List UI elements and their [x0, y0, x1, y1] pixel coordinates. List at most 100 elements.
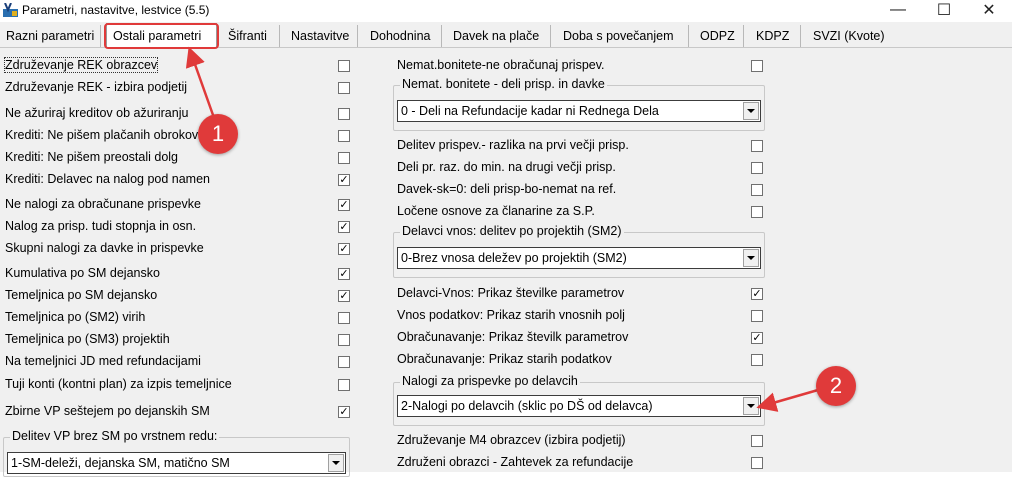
- annotation-badge-1: 1: [198, 114, 238, 154]
- checkbox[interactable]: [338, 108, 350, 120]
- checkbox-row-locene-osnove[interactable]: Ločene osnove za članarine za S.P.: [397, 202, 765, 222]
- checkbox[interactable]: [338, 312, 350, 324]
- checkbox-label: Obračunavanje: Prikaz številk parametrov: [397, 330, 629, 344]
- checkbox-row-ne-nalogi-obracunane[interactable]: Ne nalogi za obračunane prispevke ✓: [5, 195, 350, 215]
- annotation-badge-2: 2: [816, 366, 856, 406]
- checkbox-row-delitev-prispev[interactable]: Delitev prispev.- razlika na prvi večji …: [397, 136, 765, 156]
- checkbox-label: Temeljnica po (SM2) virih: [5, 310, 146, 324]
- checkbox-row-deli-pr-raz[interactable]: Deli pr. raz. do min. na drugi večji pri…: [397, 158, 765, 178]
- checkbox[interactable]: [338, 379, 350, 391]
- checkbox[interactable]: ✓: [751, 332, 763, 344]
- checkbox[interactable]: ✓: [751, 288, 763, 300]
- checkbox-row-zdruzevanje-rek[interactable]: Združevanje REK obrazcev: [3, 56, 350, 76]
- checkbox-label: Ne ažuriraj kreditov ob ažuriranju: [5, 106, 189, 120]
- checkbox[interactable]: [751, 310, 763, 322]
- checkbox-row-skupni-nalogi[interactable]: Skupni nalogi za davke in prispevke ✓: [5, 239, 350, 259]
- group-label: Nemat. bonitete - deli prisp. in davke: [400, 77, 607, 91]
- dropdown-arrow-icon[interactable]: [743, 249, 759, 267]
- minimize-button[interactable]: —: [875, 0, 921, 20]
- checkbox[interactable]: [338, 60, 350, 72]
- checkbox[interactable]: ✓: [338, 268, 350, 280]
- tab-svzi-kvote[interactable]: SVZI (Kvote): [807, 25, 907, 47]
- group-delavci-vnos: Delavci vnos: delitev po projektih (SM2)…: [393, 224, 765, 278]
- checkbox-label: Združevanje M4 obrazcev (izbira podjetij…: [397, 433, 626, 447]
- checkbox[interactable]: [751, 435, 763, 447]
- checkbox[interactable]: [338, 130, 350, 142]
- close-button[interactable]: ✕: [966, 0, 1012, 20]
- checkbox[interactable]: [338, 152, 350, 164]
- checkbox[interactable]: ✓: [338, 290, 350, 302]
- checkbox[interactable]: [751, 184, 763, 196]
- tab-doba-s-povecanjem[interactable]: Doba s povečanjem: [557, 25, 689, 47]
- checkbox[interactable]: [338, 82, 350, 94]
- checkbox-label: Nemat.bonitete-ne obračunaj prispev.: [397, 58, 605, 72]
- tab-davek-na-place[interactable]: Davek na plače: [447, 25, 551, 47]
- tab-panel: Združevanje REK obrazcev Združevanje REK…: [0, 48, 1012, 477]
- checkbox-row-temeljnica-sm[interactable]: Temeljnica po SM dejansko ✓: [5, 286, 350, 306]
- checkbox-label: Nalog za prisp. tudi stopnja in osn.: [5, 219, 197, 233]
- checkbox[interactable]: ✓: [338, 406, 350, 418]
- checkbox-row-zbirne-vp[interactable]: Zbirne VP seštejem po dejanskih SM ✓: [5, 402, 350, 422]
- checkbox-row-krediti-preostali-dolg[interactable]: Krediti: Ne pišem preostali dolg: [5, 148, 350, 168]
- delitev-vp-select[interactable]: 1-SM-deleži, dejanska SM, matično SM: [7, 452, 346, 474]
- dropdown-arrow-icon[interactable]: [743, 397, 759, 415]
- checkbox-row-tuji-konti[interactable]: Tuji konti (kontni plan) za izpis temelj…: [5, 375, 350, 395]
- checkbox-row-zdruzevanje-m4[interactable]: Združevanje M4 obrazcev (izbira podjetij…: [397, 431, 765, 451]
- select-value: 0-Brez vnosa deležev po projektih (SM2): [401, 251, 627, 265]
- group-label: Delitev VP brez SM po vrstnem redu:: [10, 429, 220, 443]
- tab-kdpz[interactable]: KDPZ: [750, 25, 801, 47]
- checkbox-row-temeljnica-jd[interactable]: Na temeljnici JD med refundacijami: [5, 352, 350, 372]
- checkbox[interactable]: [751, 140, 763, 152]
- tab-odpz[interactable]: ODPZ: [694, 25, 744, 47]
- checkbox[interactable]: ✓: [338, 174, 350, 186]
- group-nemat-bonitete: Nemat. bonitete - deli prisp. in davke 0…: [393, 77, 765, 131]
- tab-razni-parametri[interactable]: Razni parametri: [0, 25, 101, 47]
- checkbox-label: Temeljnica po (SM3) projektih: [5, 332, 170, 346]
- checkbox-row-nalog-stopnja-osn[interactable]: Nalog za prisp. tudi stopnja in osn. ✓: [5, 217, 350, 237]
- checkbox-label: Delavci-Vnos: Prikaz številke parametrov: [397, 286, 625, 300]
- checkbox[interactable]: [751, 60, 763, 72]
- checkbox-row-obracunavanje-stevilk[interactable]: Obračunavanje: Prikaz številk parametrov…: [397, 328, 765, 348]
- tab-dohodnina[interactable]: Dohodnina: [364, 25, 442, 47]
- checkbox-row-davek-sk[interactable]: Davek-sk=0: deli prisp-bo-nemat na ref.: [397, 180, 765, 200]
- checkbox-row-krediti-delavec-na-nalog[interactable]: Krediti: Delavec na nalog pod namen ✓: [5, 170, 350, 190]
- tab-nastavitve[interactable]: Nastavitve: [285, 25, 358, 47]
- bonitete-select[interactable]: 0 - Deli na Refundacije kadar ni Rednega…: [397, 100, 761, 122]
- delavci-vnos-select[interactable]: 0-Brez vnosa deležev po projektih (SM2): [397, 247, 761, 269]
- checkbox-row-delavci-vnos-prikaz[interactable]: Delavci-Vnos: Prikaz številke parametrov…: [397, 284, 765, 304]
- checkbox[interactable]: ✓: [338, 199, 350, 211]
- checkbox-label: Vnos podatkov: Prikaz starih vnosnih pol…: [397, 308, 625, 322]
- checkbox-label: Ločene osnove za članarine za S.P.: [397, 204, 595, 218]
- checkbox[interactable]: [751, 354, 763, 366]
- dropdown-arrow-icon[interactable]: [743, 102, 759, 120]
- group-label: Delavci vnos: delitev po projektih (SM2): [400, 224, 624, 238]
- tab-sifranti[interactable]: Šifranti: [222, 25, 280, 47]
- checkbox-row-temeljnica-sm3[interactable]: Temeljnica po (SM3) projektih: [5, 330, 350, 350]
- maximize-button[interactable]: ☐: [921, 0, 967, 20]
- checkbox-row-kumulativa-sm[interactable]: Kumulativa po SM dejansko ✓: [5, 264, 350, 284]
- checkbox[interactable]: ✓: [338, 221, 350, 233]
- dropdown-arrow-icon[interactable]: [328, 454, 344, 472]
- checkbox-label: Temeljnica po SM dejansko: [5, 288, 158, 302]
- checkbox-label: Ne nalogi za obračunane prispevke: [5, 197, 201, 211]
- checkbox-label: Deli pr. raz. do min. na drugi večji pri…: [397, 160, 616, 174]
- group-delitev-vp: Delitev VP brez SM po vrstnem redu: 1-SM…: [3, 429, 350, 477]
- checkbox-label: Združevanje REK - izbira podjetij: [5, 80, 188, 94]
- checkbox-row-vnos-podatkov[interactable]: Vnos podatkov: Prikaz starih vnosnih pol…: [397, 306, 765, 326]
- checkbox-row-zdruzevanje-rek-izbira[interactable]: Združevanje REK - izbira podjetij: [5, 78, 350, 98]
- checkbox-row-zdruzeni-obrazci[interactable]: Združeni obrazci - Zahtevek za refundaci…: [397, 453, 765, 473]
- checkbox[interactable]: ✓: [338, 243, 350, 255]
- checkbox[interactable]: [751, 162, 763, 174]
- checkbox-row-krediti-placanih-obrokov[interactable]: Krediti: Ne pišem plačanih obrokov: [5, 126, 350, 146]
- checkbox-label: Davek-sk=0: deli prisp-bo-nemat na ref.: [397, 182, 617, 196]
- checkbox[interactable]: [751, 206, 763, 218]
- checkbox[interactable]: [338, 356, 350, 368]
- checkbox-row-obracunavanje-starih[interactable]: Obračunavanje: Prikaz starih podatkov: [397, 350, 765, 370]
- checkbox-row-ne-azuriraj-kreditov[interactable]: Ne ažuriraj kreditov ob ažuriranju: [5, 104, 350, 124]
- checkbox-row-nemat-bonitete[interactable]: Nemat.bonitete-ne obračunaj prispev.: [397, 56, 765, 76]
- checkbox[interactable]: [338, 334, 350, 346]
- checkbox-label: Krediti: Ne pišem plačanih obrokov: [5, 128, 199, 142]
- checkbox-row-temeljnica-sm2[interactable]: Temeljnica po (SM2) virih: [5, 308, 350, 328]
- nalogi-po-delavcih-select[interactable]: 2-Nalogi po delavcih (sklic po DŠ od del…: [397, 395, 761, 417]
- checkbox[interactable]: [751, 457, 763, 469]
